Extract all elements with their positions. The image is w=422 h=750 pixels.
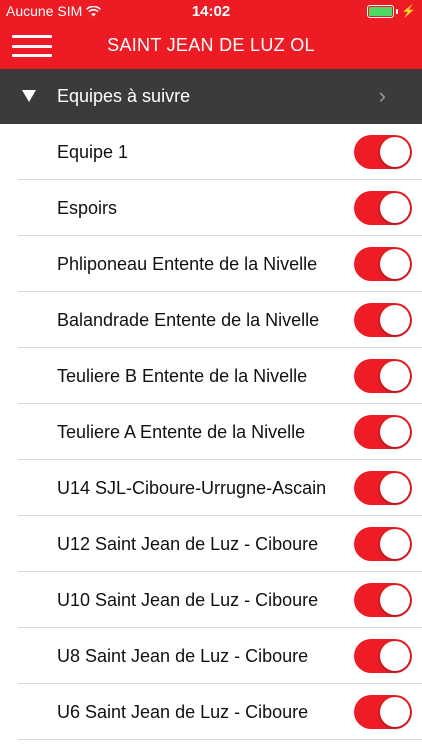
team-toggle[interactable] xyxy=(354,415,412,449)
team-row: U12 Saint Jean de Luz - Ciboure xyxy=(0,516,422,572)
team-label: Teuliere B Entente de la Nivelle xyxy=(57,366,308,386)
page-title: SAINT JEAN DE LUZ OL xyxy=(107,35,315,55)
team-toggle[interactable] xyxy=(354,583,412,617)
team-toggle[interactable] xyxy=(354,247,412,281)
team-label: U6 Saint Jean de Luz - Ciboure xyxy=(57,702,309,722)
team-toggle[interactable] xyxy=(354,639,412,673)
team-label: U8 Saint Jean de Luz - Ciboure xyxy=(57,646,309,666)
team-toggle[interactable] xyxy=(354,135,412,169)
team-row: U6 Saint Jean de Luz - Ciboure xyxy=(0,684,422,740)
team-row: Balandrade Entente de la Nivelle xyxy=(0,292,422,348)
team-toggle[interactable] xyxy=(354,191,412,225)
bolt-icon: ⚡ xyxy=(401,4,416,18)
triangle-down-icon xyxy=(22,90,36,102)
team-label: Phliponeau Entente de la Nivelle xyxy=(57,254,318,274)
team-toggle[interactable] xyxy=(354,471,412,505)
divider xyxy=(18,739,422,740)
team-label: Teuliere A Entente de la Nivelle xyxy=(57,422,306,442)
team-label: Espoirs xyxy=(57,198,118,218)
team-row: U14 SJL-Ciboure-Urrugne-Ascain xyxy=(0,460,422,516)
team-toggle[interactable] xyxy=(354,527,412,561)
navigation-bar: SAINT JEAN DE LUZ OL xyxy=(0,22,422,69)
team-label: U10 Saint Jean de Luz - Ciboure xyxy=(57,590,319,610)
team-row: U8 Saint Jean de Luz - Ciboure xyxy=(0,628,422,684)
team-label: Balandrade Entente de la Nivelle xyxy=(57,310,320,330)
team-row: Teuliere B Entente de la Nivelle xyxy=(0,348,422,404)
section-header-followed-teams[interactable]: Equipes à suivre › xyxy=(0,69,422,124)
team-toggle[interactable] xyxy=(354,359,412,393)
team-row: Equipe 1 xyxy=(0,124,422,180)
team-row: Espoirs xyxy=(0,180,422,236)
team-row: Teuliere A Entente de la Nivelle xyxy=(0,404,422,460)
team-label: U12 Saint Jean de Luz - Ciboure xyxy=(57,534,319,554)
section-title: Equipes à suivre xyxy=(57,86,191,106)
battery-indicator: ⚡ xyxy=(367,4,416,18)
team-toggle[interactable] xyxy=(354,695,412,729)
team-label: Equipe 1 xyxy=(57,142,129,162)
chevron-right-icon: › xyxy=(378,83,386,108)
team-toggle[interactable] xyxy=(354,303,412,337)
team-row: Phliponeau Entente de la Nivelle xyxy=(0,236,422,292)
team-row: U10 Saint Jean de Luz - Ciboure xyxy=(0,572,422,628)
battery-icon xyxy=(367,4,395,18)
clock: 14:02 xyxy=(191,3,231,20)
status-bar: Aucune SIM 14:02 ⚡ xyxy=(0,0,422,22)
team-label: U14 SJL-Ciboure-Urrugne-Ascain xyxy=(57,478,327,498)
team-list: Equipe 1 Espoirs Phliponeau Entente de l… xyxy=(0,124,422,740)
